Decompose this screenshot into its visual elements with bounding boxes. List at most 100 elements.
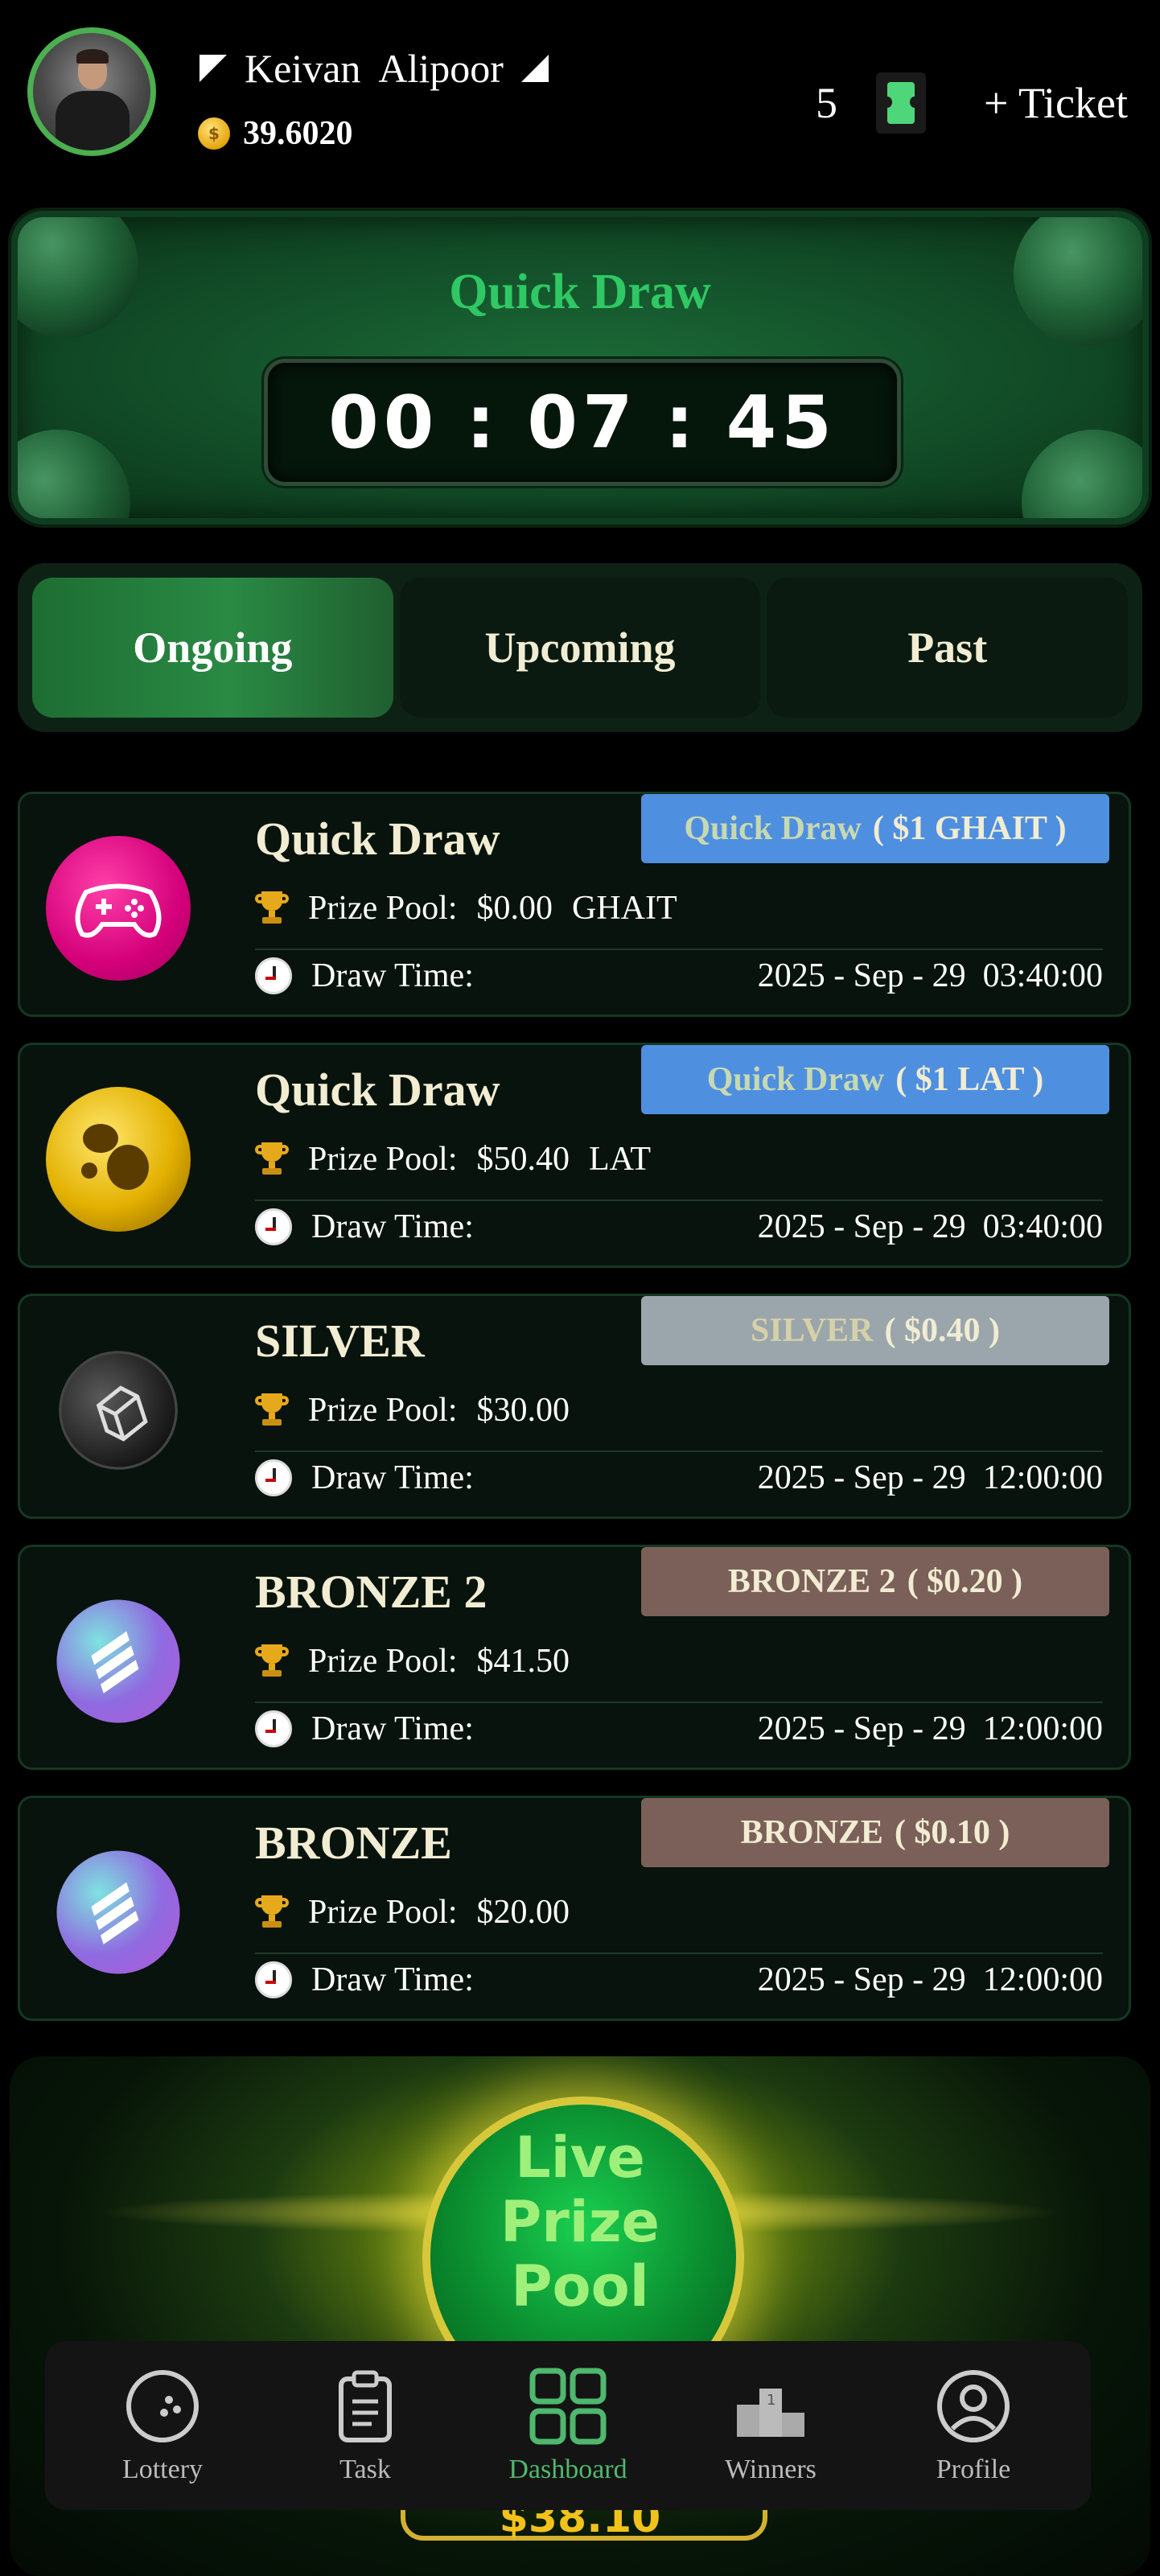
quick-draw-banner: Quick Draw 00 : 07 : 45 — [11, 211, 1149, 525]
countdown-timer: 00 : 07 : 45 — [264, 359, 901, 486]
badge-price: ( $0.10 ) — [894, 1814, 1010, 1851]
prize-label: Prize Pool: — [308, 890, 458, 927]
timer-minutes: 07 — [527, 380, 638, 465]
nav-label: Dashboard — [508, 2455, 627, 2484]
draw-card[interactable]: BRONZE BRONZE ( $0.10 ) Prize Pool: $20.… — [18, 1796, 1131, 2021]
draw-title: Quick Draw — [255, 1064, 500, 1116]
clipboard-icon — [325, 2366, 405, 2446]
nav-winners[interactable]: 1 Winners — [698, 2366, 843, 2485]
draw-title: BRONZE 2 — [255, 1566, 487, 1618]
nav-task[interactable]: Task — [293, 2366, 438, 2485]
user-circle-icon — [933, 2366, 1014, 2446]
tab-ongoing[interactable]: Ongoing — [32, 578, 393, 718]
draw-time-label: Draw Time: — [311, 1208, 474, 1245]
draw-time-value: 2025 - Sep - 29 12:00:00 — [757, 1961, 1103, 1998]
badge-name: Quick Draw — [706, 1061, 885, 1098]
lottery-ball-icon — [122, 2366, 203, 2446]
draw-time-value: 2025 - Sep - 29 12:00:00 — [757, 1459, 1103, 1496]
live-prize-pool-title: Live Prize Pool — [10, 2125, 1150, 2319]
draw-badge: SILVER ( $0.40 ) — [641, 1296, 1109, 1365]
draw-time: Draw Time: 2025 - Sep - 29 03:40:00 — [255, 957, 1103, 995]
live-line3: Pool — [511, 2253, 649, 2319]
draw-badge: BRONZE 2 ( $0.20 ) — [641, 1547, 1109, 1616]
avatar[interactable] — [27, 27, 156, 156]
prize-pool: Prize Pool: $50.40 LAT — [255, 1140, 651, 1179]
timer-hours: 00 — [328, 380, 439, 465]
timer-seconds: 45 — [726, 380, 837, 465]
gold-coin-icon — [46, 1087, 191, 1232]
trophy-icon — [255, 1895, 289, 1929]
badge-name: Quick Draw — [684, 810, 862, 847]
prize-pool: Prize Pool: $41.50 — [255, 1642, 570, 1681]
timer-separator: : — [466, 380, 500, 465]
divider — [255, 1451, 1103, 1452]
draw-card[interactable]: BRONZE 2 BRONZE 2 ( $0.20 ) Prize Pool: … — [18, 1545, 1131, 1770]
divider — [255, 1200, 1103, 1201]
last-name: Alipoor — [378, 46, 504, 91]
prize-currency: LAT — [589, 1141, 651, 1178]
draw-time-label: Draw Time: — [311, 957, 474, 994]
bronze-coin-icon — [40, 1834, 196, 1990]
draw-title: BRONZE — [255, 1817, 452, 1869]
badge-price: ( $1 LAT ) — [895, 1061, 1044, 1098]
ball-decoration — [18, 430, 130, 518]
header: Keivan Alipoor $ 39.6020 5 + Ticket — [0, 0, 1160, 201]
add-ticket-button[interactable]: + Ticket — [984, 78, 1128, 128]
draw-time-value: 2025 - Sep - 29 03:40:00 — [757, 1208, 1103, 1245]
trophy-icon — [255, 891, 289, 925]
prize-value: $50.40 — [476, 1141, 570, 1178]
draw-time: Draw Time: 2025 - Sep - 29 12:00:00 — [255, 1710, 1103, 1748]
nav-label: Lottery — [121, 2455, 204, 2484]
clock-icon — [255, 1459, 292, 1496]
user-name: Keivan Alipoor — [200, 45, 549, 92]
prize-label: Prize Pool: — [308, 1894, 458, 1931]
clock-icon — [255, 1208, 292, 1245]
badge-price: ( $0.40 ) — [884, 1312, 1001, 1349]
nav-lottery[interactable]: Lottery — [90, 2366, 235, 2485]
ball-decoration — [1022, 430, 1142, 518]
prize-value: $30.00 — [476, 1392, 570, 1429]
nav-profile[interactable]: Profile — [901, 2366, 1046, 2485]
tab-upcoming[interactable]: Upcoming — [399, 578, 761, 718]
clock-icon — [255, 1710, 292, 1747]
prize-label: Prize Pool: — [308, 1643, 458, 1680]
draw-time-label: Draw Time: — [311, 1459, 474, 1496]
tickets: 5 + Ticket — [816, 72, 1128, 134]
badge-name: BRONZE — [740, 1814, 883, 1851]
trophy-icon — [255, 1142, 289, 1176]
svg-text:1: 1 — [767, 2392, 775, 2409]
coin-icon: $ — [198, 117, 230, 150]
corner-right-icon — [520, 55, 549, 82]
nav-dashboard[interactable]: Dashboard — [496, 2366, 640, 2485]
badge-name: SILVER — [750, 1312, 874, 1349]
draw-card[interactable]: SILVER SILVER ( $0.40 ) Prize Pool: $30.… — [18, 1294, 1131, 1519]
draw-time-label: Draw Time: — [311, 1710, 474, 1747]
draw-title: Quick Draw — [255, 813, 500, 865]
podium-icon: 1 — [730, 2366, 811, 2446]
prize-value: $0.00 — [476, 890, 553, 927]
divider — [255, 1702, 1103, 1703]
prize-pool: Prize Pool: $20.00 — [255, 1893, 570, 1932]
prize-currency: GHAIT — [572, 890, 677, 927]
live-line1: Live — [515, 2125, 645, 2191]
badge-price: ( $1 GHAIT ) — [872, 810, 1067, 847]
badge-price: ( $0.20 ) — [907, 1563, 1023, 1600]
badge-name: BRONZE 2 — [727, 1563, 896, 1600]
timer-separator: : — [664, 380, 699, 465]
clock-icon — [255, 1961, 292, 1998]
draw-card[interactable]: Quick Draw Quick Draw ( $1 GHAIT ) Prize… — [18, 792, 1131, 1017]
first-name: Keivan — [245, 46, 361, 91]
nav-label: Profile — [936, 2455, 1011, 2484]
draw-time: Draw Time: 2025 - Sep - 29 12:00:00 — [255, 1961, 1103, 1999]
ticket-count: 5 — [815, 79, 837, 127]
prize-value: $20.00 — [476, 1894, 570, 1931]
draw-card[interactable]: Quick Draw Quick Draw ( $1 LAT ) Prize P… — [18, 1043, 1131, 1268]
tab-past[interactable]: Past — [767, 578, 1129, 718]
draw-title: SILVER — [255, 1315, 425, 1367]
draw-tabs: Ongoing Upcoming Past — [18, 563, 1142, 732]
nav-label: Winners — [725, 2455, 817, 2484]
corner-left-icon — [200, 55, 227, 82]
dashboard-grid-icon — [528, 2366, 608, 2446]
trophy-icon — [255, 1393, 289, 1427]
prize-pool: Prize Pool: $0.00 GHAIT — [255, 889, 677, 928]
